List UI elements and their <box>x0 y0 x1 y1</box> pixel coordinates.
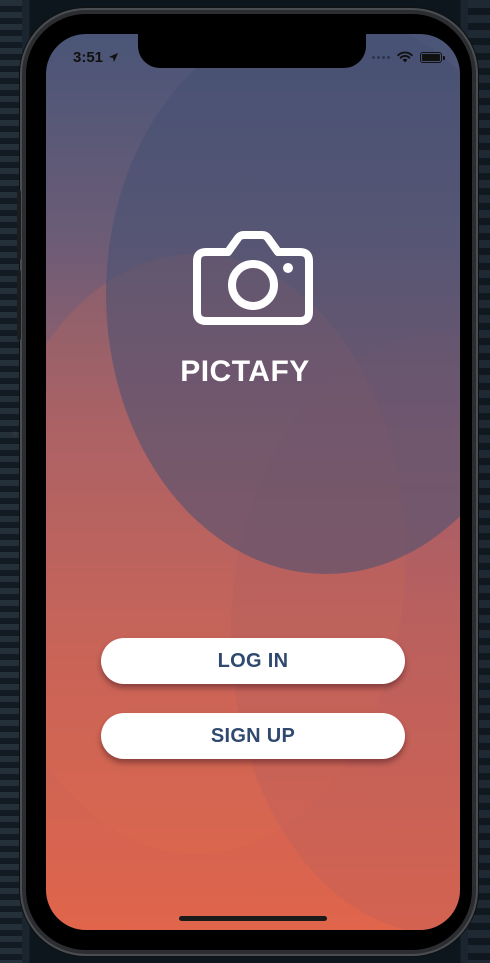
volume-button <box>17 190 21 260</box>
status-bar-indicators <box>372 51 445 63</box>
location-arrow-icon <box>108 52 119 63</box>
notch <box>138 34 366 68</box>
status-time: 3:51 <box>73 49 104 66</box>
app-screen <box>46 34 460 930</box>
home-indicator[interactable] <box>179 916 327 921</box>
cellular-signal-icon <box>372 55 390 59</box>
login-button[interactable]: LOG IN <box>101 638 405 684</box>
camera-icon <box>193 231 313 325</box>
battery-icon <box>420 51 445 63</box>
app-title: PICTAFY <box>180 355 310 388</box>
status-bar-time-group: 3:51 <box>73 49 119 66</box>
volume-button <box>17 270 21 340</box>
signup-button[interactable]: SIGN UP <box>101 713 405 759</box>
wifi-icon <box>397 51 413 63</box>
